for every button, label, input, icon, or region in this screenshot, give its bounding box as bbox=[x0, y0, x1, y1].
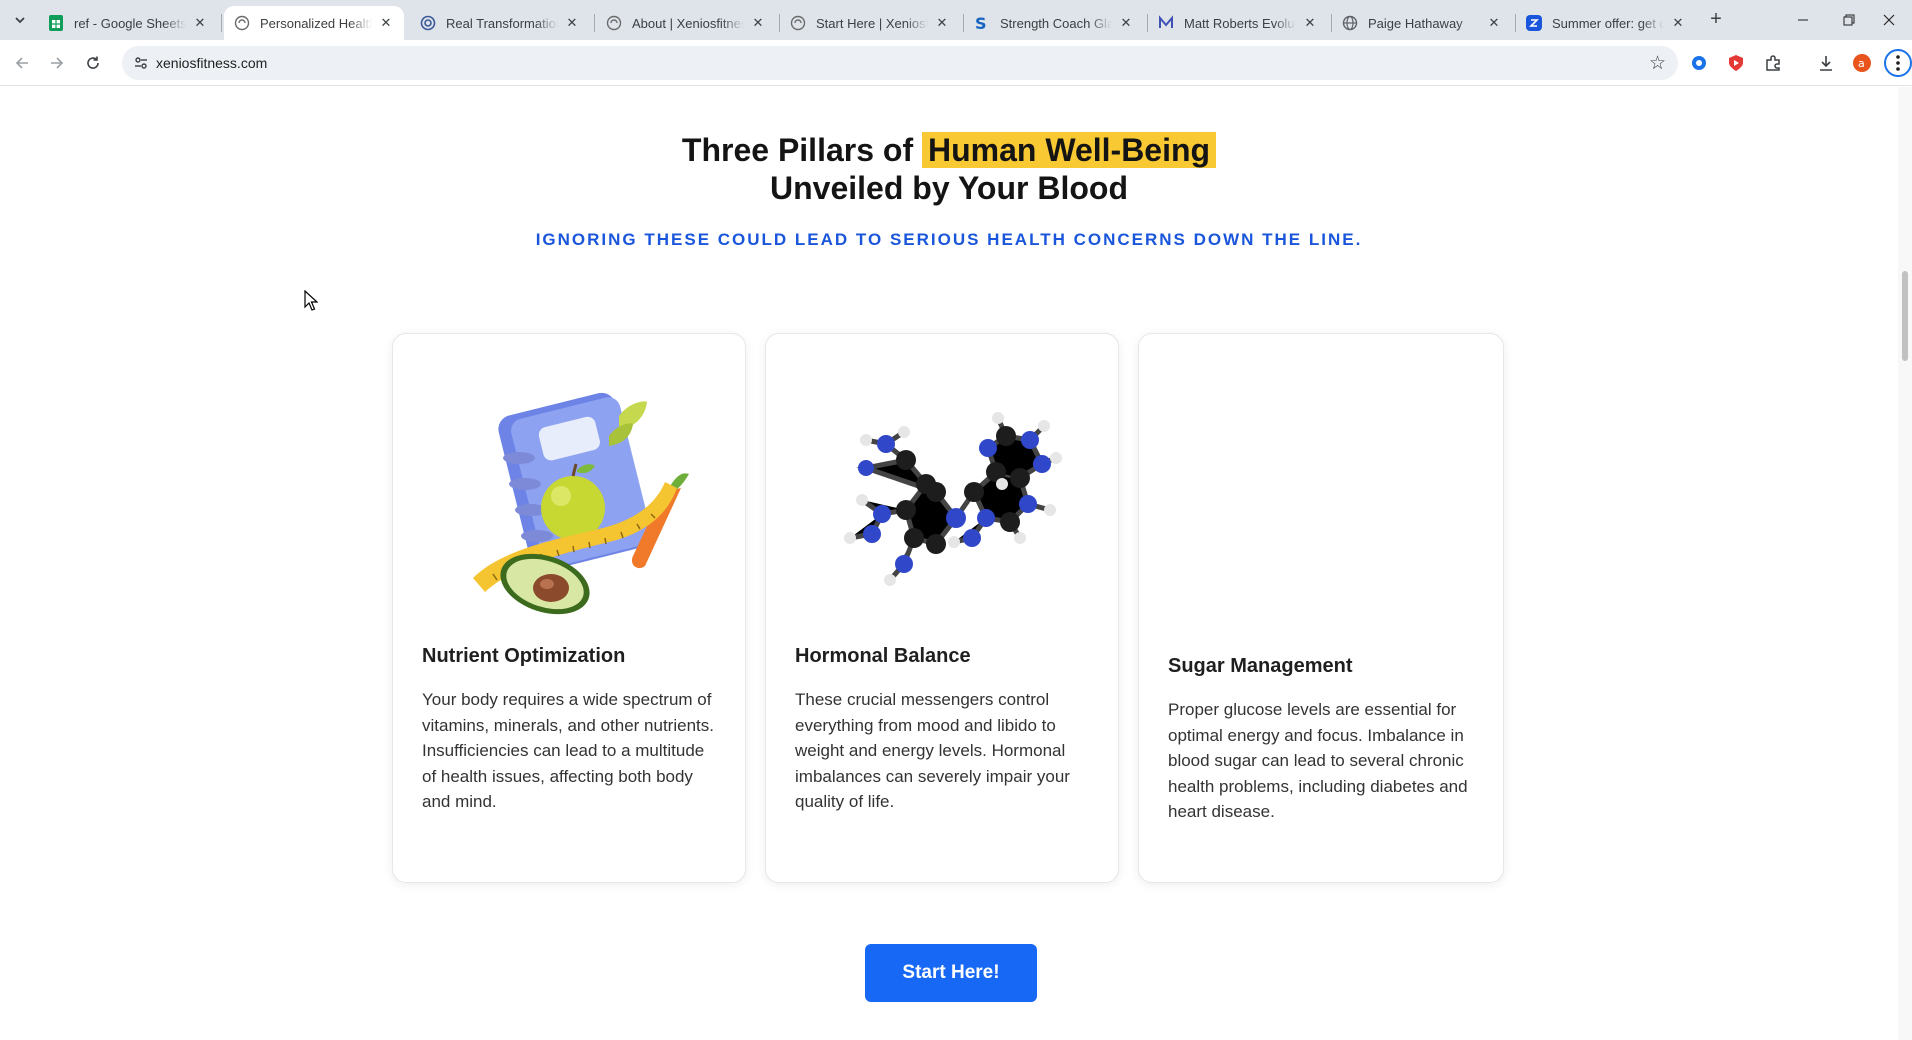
tab-close-icon[interactable]: ✕ bbox=[1302, 15, 1318, 31]
scrollbar-thumb[interactable] bbox=[1902, 271, 1908, 361]
tab-start-here[interactable]: Start Here | Xeniosfitn ✕ bbox=[780, 6, 960, 40]
site-icon bbox=[234, 15, 250, 31]
pillar-card-nutrient: Nutrient Optimization Your body requires… bbox=[392, 333, 746, 883]
bookmark-star-icon[interactable]: ☆ bbox=[1649, 52, 1666, 75]
tab-paige-hathaway[interactable]: Paige Hathaway ✕ bbox=[1332, 6, 1512, 40]
heading-line-2: Unveiled by Your Blood bbox=[770, 170, 1128, 206]
browser-toolbar: xeniosfitness.com ☆ a bbox=[0, 40, 1912, 86]
tab-ref-sheets[interactable]: ref - Google Sheets ✕ bbox=[38, 6, 218, 40]
download-icon[interactable] bbox=[1814, 51, 1838, 75]
tab-about-xeniosfitness[interactable]: About | Xeniosfitness ✕ bbox=[596, 6, 776, 40]
new-tab-icon[interactable]: + bbox=[1704, 8, 1728, 32]
tab-title: Paige Hathaway bbox=[1368, 15, 1463, 31]
extension-shield-icon[interactable] bbox=[1724, 51, 1748, 75]
tab-title: Real Transformations: bbox=[446, 15, 558, 31]
tab-close-icon[interactable]: ✕ bbox=[192, 15, 208, 31]
svg-text:a: a bbox=[1858, 57, 1865, 70]
minimize-icon[interactable] bbox=[1780, 0, 1826, 40]
tab-close-icon[interactable]: ✕ bbox=[750, 15, 766, 31]
address-bar[interactable]: xeniosfitness.com ☆ bbox=[122, 46, 1678, 80]
tab-real-transformations[interactable]: Real Transformations: ✕ bbox=[410, 6, 590, 40]
tab-close-icon[interactable]: ✕ bbox=[1486, 15, 1502, 31]
card-text: Proper glucose levels are essential for … bbox=[1168, 700, 1468, 821]
card-title: Nutrient Optimization bbox=[422, 645, 626, 667]
menu-kebab-icon[interactable] bbox=[1884, 48, 1912, 78]
molecule-illustration bbox=[806, 388, 1076, 618]
tab-personalized-health[interactable]: Personalized Health C ✕ bbox=[224, 6, 404, 40]
tab-title: Personalized Health C bbox=[260, 15, 372, 31]
s-logo-icon: S bbox=[974, 15, 990, 31]
section-subheading: IGNORING THESE COULD LEAD TO SERIOUS HEA… bbox=[535, 230, 1363, 249]
tab-separator bbox=[221, 14, 222, 32]
tab-title: About | Xeniosfitness bbox=[632, 15, 744, 31]
close-window-icon[interactable] bbox=[1866, 0, 1912, 40]
card-title: Sugar Management bbox=[1168, 655, 1353, 677]
tab-matt-roberts[interactable]: Matt Roberts Evolutic ✕ bbox=[1148, 6, 1328, 40]
heading-highlight: Human Well-Being bbox=[921, 132, 1217, 168]
tab-strip: ref - Google Sheets ✕ Personalized Healt… bbox=[0, 0, 1912, 40]
back-arrow-icon[interactable] bbox=[9, 50, 35, 76]
tab-summer-offer[interactable]: Summer offer: get on ✕ bbox=[1516, 6, 1696, 40]
m-logo-icon bbox=[1158, 15, 1174, 31]
profile-avatar-icon[interactable]: a bbox=[1850, 51, 1874, 75]
reload-icon[interactable] bbox=[80, 50, 106, 76]
card-title: Hormonal Balance bbox=[795, 645, 971, 667]
blue-square-icon bbox=[1526, 15, 1542, 31]
tab-close-icon[interactable]: ✕ bbox=[1670, 15, 1686, 31]
tab-separator bbox=[594, 14, 595, 32]
card-text: Your body requires a wide spectrum of vi… bbox=[422, 690, 714, 811]
pillar-card-sugar: Sugar Management Proper glucose levels a… bbox=[1138, 333, 1504, 883]
card-text: These crucial messengers control everyth… bbox=[795, 690, 1070, 811]
tab-close-icon[interactable]: ✕ bbox=[564, 15, 580, 31]
tab-close-icon[interactable]: ✕ bbox=[934, 15, 950, 31]
tab-title: ref - Google Sheets bbox=[74, 15, 186, 31]
extensions-puzzle-icon[interactable] bbox=[1761, 51, 1785, 75]
page-scrollbar[interactable] bbox=[1898, 87, 1912, 1040]
extension-globe-icon[interactable] bbox=[1687, 51, 1711, 75]
site-info-icon[interactable] bbox=[132, 54, 150, 72]
tab-title: Matt Roberts Evolutic bbox=[1184, 15, 1296, 31]
globe-icon bbox=[1342, 15, 1358, 31]
tab-close-icon[interactable]: ✕ bbox=[378, 15, 394, 31]
mouse-cursor-icon bbox=[304, 290, 318, 311]
url-text: xeniosfitness.com bbox=[156, 55, 268, 71]
tab-strength-coach[interactable]: S Strength Coach Glasg ✕ bbox=[964, 6, 1144, 40]
heading-text: Three Pillars of bbox=[681, 132, 922, 168]
start-here-button[interactable]: Start Here! bbox=[865, 944, 1037, 1002]
tab-title: Strength Coach Glasg bbox=[1000, 15, 1112, 31]
svg-text:S: S bbox=[975, 15, 987, 31]
sheets-icon bbox=[48, 15, 64, 31]
nutrition-illustration bbox=[433, 388, 703, 618]
tab-title: Summer offer: get on bbox=[1552, 15, 1664, 31]
site-icon bbox=[790, 15, 806, 31]
tab-search-icon[interactable] bbox=[8, 8, 32, 32]
page-viewport: Three Pillars of Human Well-Being Unveil… bbox=[0, 87, 1898, 1040]
tab-title: Start Here | Xeniosfitn bbox=[816, 15, 928, 31]
site-icon bbox=[420, 15, 436, 31]
forward-arrow-icon[interactable] bbox=[44, 50, 70, 76]
site-icon bbox=[606, 15, 622, 31]
section-heading: Three Pillars of Human Well-Being Unveil… bbox=[0, 131, 1898, 207]
pillar-card-hormonal: Hormonal Balance These crucial messenger… bbox=[765, 333, 1119, 883]
tab-close-icon[interactable]: ✕ bbox=[1118, 15, 1134, 31]
